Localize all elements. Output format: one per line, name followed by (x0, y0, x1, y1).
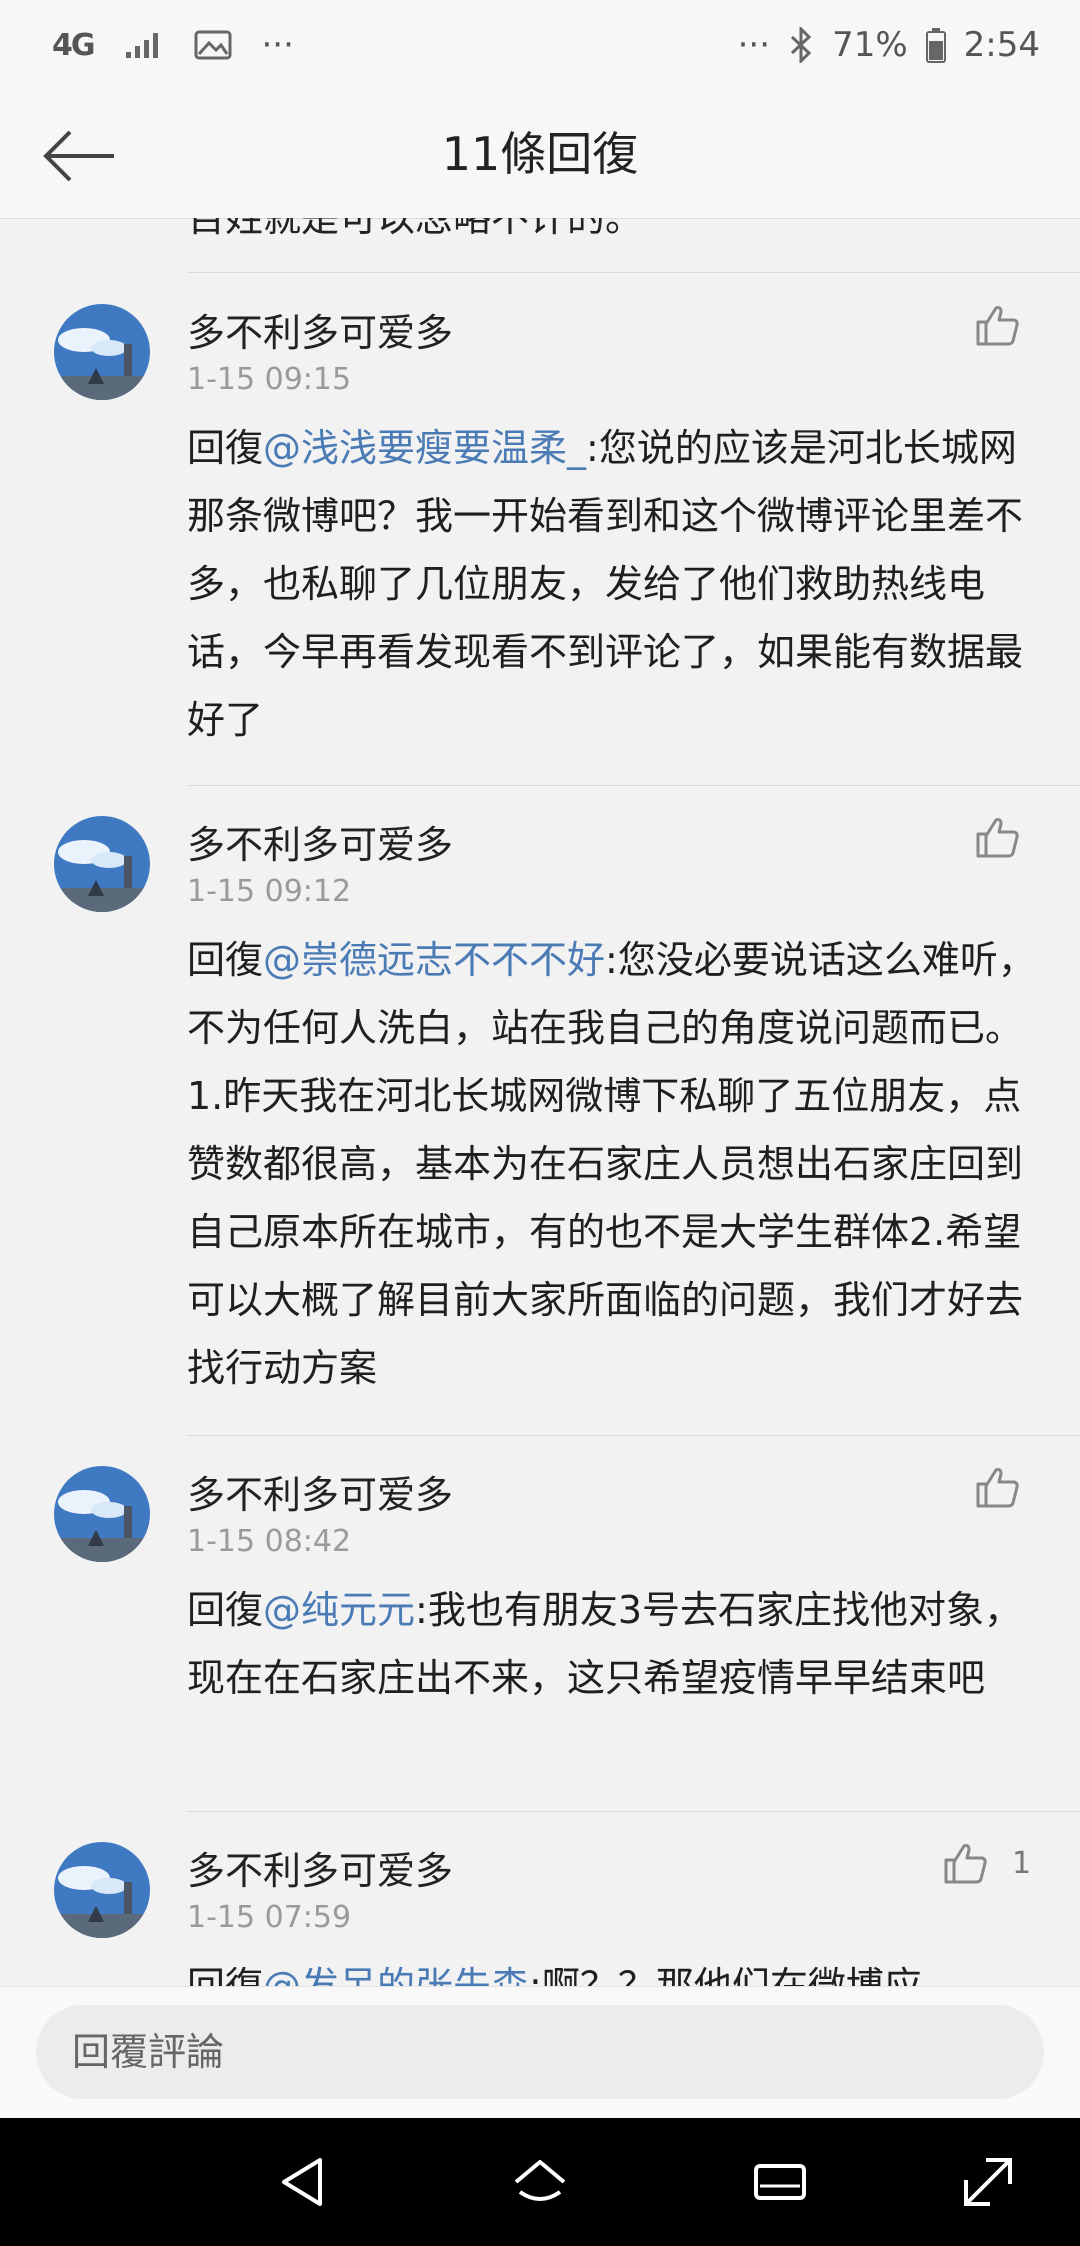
comment-item[interactable]: 多不利多可爱多 1-15 07:59 1 回復@发呆的张先森:啊？？那他们在微博… (0, 1812, 1080, 1986)
avatar[interactable] (54, 1466, 150, 1562)
header: 11條回復 (0, 90, 1080, 219)
reply-comment-input[interactable]: 回覆評論 (36, 2005, 1044, 2099)
thumbs-up-icon (976, 1468, 1019, 1508)
mention-link[interactable]: @发呆的张先森 (263, 1964, 529, 1986)
mention-link[interactable]: @浅浅要瘦要温柔_ (263, 426, 586, 470)
like-button[interactable] (974, 302, 1044, 348)
comment-text: 回復@崇德远志不不不好:您没必要说话这么难听，不为任何人洗白，站在我自己的角度说… (187, 926, 1037, 1402)
mention-link[interactable]: @纯元元 (263, 1588, 415, 1632)
system-nav-bar (0, 2118, 1080, 2246)
comment-item[interactable]: 多不利多可爱多 1-15 08:42 回復@纯元元:我也有朋友3号去石家庄找他对… (0, 1436, 1080, 1812)
avatar[interactable] (54, 816, 150, 912)
comment-time: 1-15 09:12 (187, 874, 352, 909)
comment-text: 回復@发呆的张先森:啊？？那他们在微博应 (187, 1952, 1037, 1986)
username[interactable]: 多不利多可爱多 (187, 1840, 453, 1895)
bluetooth-icon (791, 27, 812, 63)
comment-time: 1-15 09:15 (187, 362, 352, 397)
like-button[interactable] (974, 814, 1044, 860)
status-bar: 4G ··· ··· 71% 2:54 (0, 0, 1080, 90)
like-button[interactable] (974, 1464, 1044, 1510)
comment-body: :您没必要说话这么难听，不为任何人洗白，站在我自己的角度说问题而已。1.昨天我在… (187, 938, 1036, 1390)
image-notification-icon (194, 30, 231, 60)
thumbs-up-icon (944, 1844, 987, 1884)
expand-icon (964, 2158, 1012, 2206)
triangle-back-icon (282, 2158, 322, 2206)
nav-back-button[interactable] (272, 2152, 332, 2212)
reply-prefix: 回復 (187, 938, 264, 982)
username[interactable]: 多不利多可爱多 (187, 1464, 453, 1519)
divider (187, 272, 1080, 273)
comment-body: :啊？？那他们在微博应 (529, 1964, 922, 1986)
reply-prefix: 回復 (187, 1964, 264, 1986)
comment-time: 1-15 07:59 (187, 1900, 352, 1935)
avatar[interactable] (54, 304, 150, 400)
page-title: 11條回復 (441, 127, 639, 181)
more-status-icon: ··· (737, 25, 771, 65)
mention-link[interactable]: @崇德远志不不不好 (263, 938, 605, 982)
clock: 2:54 (963, 25, 1040, 65)
partial-comment-text: 百姓就是可以忽略不计的。 (187, 218, 644, 240)
battery-icon (925, 28, 946, 63)
like-button[interactable]: 1 (942, 1840, 1031, 1886)
username[interactable]: 多不利多可爱多 (187, 302, 453, 357)
comment-body: :您说的应该是河北长城网那条微博吧？我一开始看到和这个微博评论里差不多，也私聊了… (187, 426, 1024, 742)
network-indicator: 4G (52, 27, 95, 63)
nav-recents-button[interactable] (750, 2152, 810, 2212)
thumbs-up-icon (976, 306, 1019, 346)
thumbs-up-icon (976, 818, 1019, 858)
comment-list[interactable]: 百姓就是可以忽略不计的。 多不利多可爱多 1-15 09:15 回復@浅浅要瘦要… (0, 218, 1080, 1986)
like-count: 1 (1012, 1845, 1032, 1881)
comment-text: 回復@纯元元:我也有朋友3号去石家庄找他对象，现在在石家庄出不来，这只希望疫情早… (187, 1576, 1037, 1712)
avatar[interactable] (54, 1842, 150, 1938)
battery-percent: 71% (832, 25, 908, 65)
more-notifications-icon: ··· (261, 25, 294, 65)
username[interactable]: 多不利多可爱多 (187, 814, 453, 869)
recents-icon (754, 2164, 806, 2200)
signal-icon (125, 33, 158, 58)
comment-time: 1-15 08:42 (187, 1524, 352, 1559)
reply-bar: 回覆評論 (0, 1986, 1080, 2119)
nav-home-button[interactable] (510, 2152, 570, 2212)
reply-prefix: 回復 (187, 1588, 264, 1632)
nav-expand-button[interactable] (958, 2152, 1018, 2212)
home-icon (514, 2160, 566, 2201)
comment-item[interactable]: 多不利多可爱多 1-15 09:12 回復@崇德远志不不不好:您没必要说话这么难… (0, 786, 1080, 1436)
reply-prefix: 回復 (187, 426, 264, 470)
comment-item[interactable]: 多不利多可爱多 1-15 09:15 回復@浅浅要瘦要温柔_:您说的应该是河北长… (0, 274, 1080, 786)
comment-text: 回復@浅浅要瘦要温柔_:您说的应该是河北长城网那条微博吧？我一开始看到和这个微博… (187, 414, 1037, 754)
